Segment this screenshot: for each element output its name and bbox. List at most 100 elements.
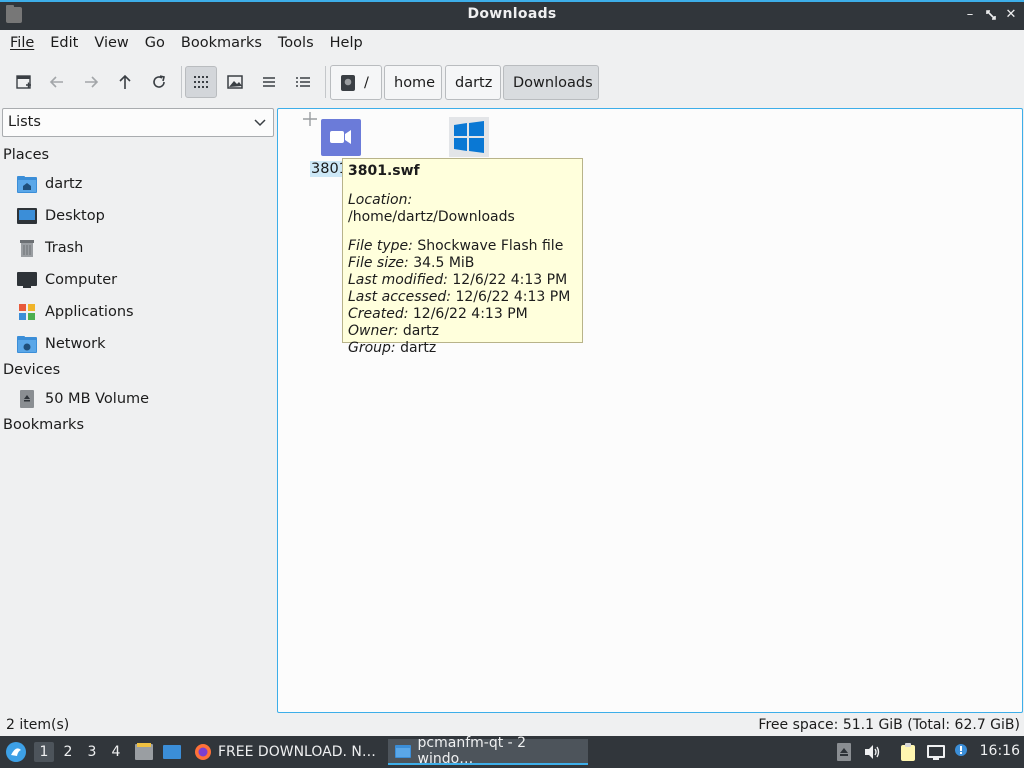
thumbnail-view-button[interactable] <box>219 66 251 98</box>
tooltip-group-label: Group: <box>348 340 396 356</box>
lubuntu-logo-icon <box>6 742 26 762</box>
compact-view-button[interactable] <box>253 66 285 98</box>
place-item-network[interactable]: Network <box>17 332 106 356</box>
place-item-trash[interactable]: Trash <box>17 236 83 260</box>
place-item-label: Computer <box>45 272 118 288</box>
icon-view-button[interactable] <box>185 66 217 98</box>
breadcrumb-dartz[interactable]: dartz <box>445 65 501 100</box>
title-bar: Downloads – ✕ <box>0 0 1024 30</box>
tooltip-location-label: Location: <box>348 192 413 208</box>
tray-clipboard[interactable] <box>898 742 918 762</box>
minimize-button[interactable]: – <box>962 7 978 23</box>
list-icon <box>263 77 275 87</box>
side-pane: Lists Places dartz Desktop Trash Compute… <box>0 108 276 712</box>
tray-volume[interactable] <box>862 742 882 762</box>
place-item-label: Network <box>45 336 106 352</box>
place-item-home[interactable]: dartz <box>17 172 82 196</box>
reload-icon <box>153 75 165 88</box>
menu-go[interactable]: Go <box>137 35 173 51</box>
arrow-up-icon <box>119 74 131 89</box>
devices-heading: Devices <box>3 362 61 378</box>
breadcrumb-root[interactable]: / <box>330 65 382 100</box>
tooltip-owner: Owner: dartz <box>348 323 577 340</box>
grid-view-icon <box>194 76 208 88</box>
item-count: 2 item(s) <box>6 717 70 733</box>
tray-network[interactable] <box>926 742 946 762</box>
side-pane-mode-select[interactable]: Lists <box>2 108 274 137</box>
tooltip-size-value: 34.5 MiB <box>413 255 475 271</box>
tooltip-modified-label: Last modified: <box>348 272 448 288</box>
tooltip-modified: Last modified: 12/6/22 4:13 PM <box>348 272 577 289</box>
tooltip-modified-value: 12/6/22 4:13 PM <box>452 272 568 288</box>
window-title: Downloads <box>467 6 557 22</box>
reload-button[interactable] <box>143 66 175 98</box>
new-window-button[interactable] <box>8 66 40 98</box>
clock[interactable]: 16:16 <box>980 743 1020 759</box>
tooltip-created: Created: 12/6/22 4:13 PM <box>348 306 577 323</box>
up-button[interactable] <box>109 66 141 98</box>
removable-drive-icon <box>17 389 37 409</box>
detailed-view-button[interactable] <box>287 66 319 98</box>
place-item-computer[interactable]: Computer <box>17 268 117 292</box>
file-manager-icon <box>135 743 153 760</box>
place-item-label: Trash <box>45 240 84 256</box>
menu-tools[interactable]: Tools <box>270 35 322 51</box>
tooltip-group-value: dartz <box>400 340 437 356</box>
desktop-switch-2[interactable]: 2 <box>58 742 78 762</box>
menu-file[interactable]: File <box>2 35 42 51</box>
detailed-list-icon <box>296 77 310 87</box>
breadcrumb-dartz-label: dartz <box>455 74 493 91</box>
firefox-icon <box>195 744 211 760</box>
applications-icon <box>17 302 37 322</box>
quicklaunch-desktop[interactable] <box>162 742 182 766</box>
file-item-swf[interactable] <box>320 118 362 158</box>
file-item-exe[interactable] <box>449 117 489 157</box>
breadcrumb-downloads[interactable]: Downloads <box>503 65 599 100</box>
tooltip-title: 3801.swf <box>348 163 420 179</box>
tray-updates[interactable] <box>952 742 972 762</box>
breadcrumb-root-label: / <box>364 74 369 91</box>
eject-icon <box>837 743 851 761</box>
breadcrumb-home[interactable]: home <box>384 65 442 100</box>
quicklaunch-files[interactable] <box>134 742 154 766</box>
start-menu-button[interactable] <box>5 741 27 763</box>
desktop-switch-3[interactable]: 3 <box>82 742 102 762</box>
desktop-switch-4[interactable]: 4 <box>106 742 126 762</box>
network-icon <box>927 745 945 760</box>
menu-help[interactable]: Help <box>322 35 371 51</box>
update-notifier-icon <box>955 744 967 756</box>
place-item-desktop[interactable]: Desktop <box>17 204 105 228</box>
breadcrumb-downloads-label: Downloads <box>513 74 593 91</box>
tray-removable-media[interactable] <box>834 742 854 762</box>
desktop-switch-1[interactable]: 1 <box>34 742 54 762</box>
back-button[interactable] <box>41 66 73 98</box>
menu-view[interactable]: View <box>86 35 136 51</box>
desktop-icon <box>17 206 37 226</box>
computer-icon <box>17 270 37 290</box>
close-button[interactable]: ✕ <box>1003 7 1019 23</box>
device-item-volume[interactable]: 50 MB Volume <box>17 387 149 411</box>
tooltip-size-label: File size: <box>348 255 409 271</box>
task-pcmanfm[interactable]: pcmanfm-qt - 2 windo… <box>388 735 588 767</box>
tooltip-created-value: 12/6/22 4:13 PM <box>412 306 528 322</box>
tooltip-type-value: Shockwave Flash file <box>417 238 564 254</box>
breadcrumb-home-label: home <box>394 74 436 91</box>
restore-icon <box>986 10 996 20</box>
folder-icon <box>395 745 411 758</box>
taskbar: 1 2 3 4 FREE DOWNLOAD. N… pcmanfm-qt - 2… <box>0 735 1024 768</box>
forward-button[interactable] <box>75 66 107 98</box>
status-bar: 2 item(s) Free space: 51.1 GiB (Total: 6… <box>0 714 1024 736</box>
places-heading: Places <box>3 147 50 163</box>
video-file-icon <box>321 119 361 156</box>
maximize-button[interactable] <box>983 7 999 23</box>
menu-bookmarks[interactable]: Bookmarks <box>173 35 270 51</box>
plus-icon <box>303 112 317 126</box>
tooltip-accessed-value: 12/6/22 4:13 PM <box>455 289 571 305</box>
new-window-icon <box>16 75 31 89</box>
task-firefox[interactable]: FREE DOWNLOAD. N… <box>188 739 384 765</box>
place-item-applications[interactable]: Applications <box>17 300 134 324</box>
bookmarks-heading: Bookmarks <box>3 417 85 433</box>
file-tooltip: 3801.swf Location: /home/dartz/Downloads… <box>342 158 583 356</box>
menu-edit[interactable]: Edit <box>42 35 86 51</box>
tooltip-group: Group: dartz <box>348 340 577 357</box>
